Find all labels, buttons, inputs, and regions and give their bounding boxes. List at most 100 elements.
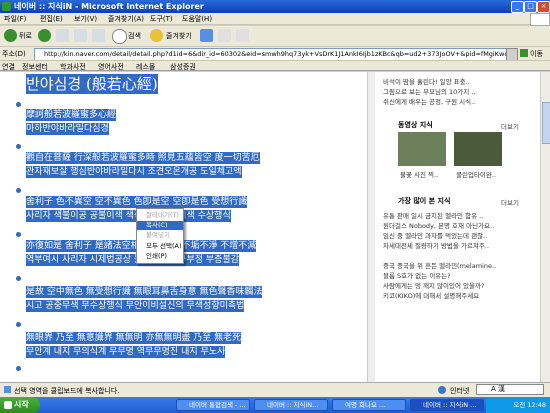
video-section-title: 동영상 지식 xyxy=(398,121,433,129)
scripture-line: 관자재보살 행심반야바라밀다시 조견오온개공 도일체고액 xyxy=(26,166,242,178)
context-menu: 잘라내기(T) 복사(C) 붙여넣기 모두 선택(A) 인쇄(P) xyxy=(136,208,184,264)
video-caption[interactable]: 불꽃 사진 찍.. xyxy=(400,169,438,179)
stop-icon[interactable] xyxy=(56,29,69,42)
internet-zone-icon xyxy=(438,386,446,394)
print-icon[interactable] xyxy=(236,29,249,42)
page-title: 반야심경 (般若心經) xyxy=(26,74,158,94)
link-english-dictionary[interactable]: 영어사전 xyxy=(98,62,124,72)
context-menu-copy[interactable]: 복사(C) xyxy=(137,221,183,230)
popular-item[interactable]: 블룸 S효가 없는 이유는? xyxy=(383,270,451,280)
favorites-button-label[interactable]: 즐겨찾기 xyxy=(166,31,192,41)
popular-item[interactable]: 중국 중국을 위 흔든 멜라민(melamine.. xyxy=(383,260,496,270)
status-bar: 선택 영역을 클립보드에 복사합니다. 인터넷 A 漢 xyxy=(0,382,550,397)
menu-file[interactable]: 파일(F) xyxy=(4,14,26,24)
taskbar-task[interactable]: 네이버 :: 지식iN... xyxy=(254,399,328,411)
windows-flag-icon xyxy=(4,401,12,409)
context-menu-cut[interactable]: 잘라내기(T) xyxy=(137,211,183,220)
link-samsung-securities[interactable]: 삼성증권 xyxy=(170,62,196,72)
sidebar-item[interactable]: 비석이 땀을 흘린다! 일양 표충.. xyxy=(383,76,470,86)
taskbar: 시작 네이버 통합검색 - ... 네이버 :: 지식iN... 여명 회나요 … xyxy=(0,397,550,413)
ime-indicator[interactable]: A 漢 xyxy=(476,384,544,395)
toolbar: 뒤로 검색 즐겨찾기 xyxy=(0,26,550,46)
context-menu-print[interactable]: 인쇄(P) xyxy=(137,252,183,261)
go-icon[interactable] xyxy=(520,49,528,57)
links-label: 연결 xyxy=(2,63,15,71)
status-text: 선택 영역을 클립보드에 복사합니다. xyxy=(14,387,120,395)
link-dept-dictionary[interactable]: 학과사전 xyxy=(60,62,86,72)
context-menu-select-all[interactable]: 모두 선택(A) xyxy=(137,242,183,251)
popular-section-title: 가장 많이 본 지식 xyxy=(398,197,451,205)
bullet-icon xyxy=(16,102,21,107)
popular-item[interactable]: 원더걸스 Nobody, 본명 호재 아닌가요.. xyxy=(383,220,494,230)
scripture-line: 觀自在菩薩 行深般若波羅蜜多時 照見五蘊皆空 度一切苦厄 xyxy=(26,152,260,164)
taskbar-task[interactable]: 여명 회나요 ... xyxy=(332,399,406,411)
window-title: 네이버 :: 지식iN - Microsoft Internet Explore… xyxy=(14,2,204,11)
scripture-line: 역부여시 사리자 시제법공상 불생불멸 불구부정 부증불감 xyxy=(26,254,240,266)
menu-view[interactable]: 보기(V) xyxy=(74,14,97,24)
address-label: 주소(D) xyxy=(2,50,26,58)
link-info-center[interactable]: 정보센터 xyxy=(22,62,48,72)
popular-item[interactable]: 차세대전세 질량하기 방법을 가르쳐주.. xyxy=(383,240,489,250)
title-bar: 네이버 :: 지식iN - Microsoft Internet Explore… xyxy=(0,0,550,13)
scripture-line: 사리자 색불이공 공불이색 색즉시공 공즉시색 수상행식 xyxy=(26,210,231,222)
ie-icon xyxy=(2,2,11,11)
back-button-label[interactable]: 뒤로 xyxy=(19,31,32,41)
history-icon[interactable] xyxy=(200,29,213,42)
sidebar-item[interactable]: 그림으로 보는 부모님의 10가지 .. xyxy=(383,86,475,96)
scripture-line: 시고 공중무색 무수상행식 무안이비설신의 무색성향미촉법 xyxy=(26,300,245,312)
scripture-line: 無眼界 乃至 無意識界 無無明 亦無無明盡 乃至 無老死 xyxy=(26,332,242,344)
taskbar-task-active[interactable]: 네이버 :: 지식iN ... xyxy=(410,399,484,411)
forward-icon[interactable] xyxy=(38,29,51,42)
mail-icon[interactable] xyxy=(218,29,231,42)
search-icon[interactable] xyxy=(112,29,127,44)
search-button-label[interactable]: 검색 xyxy=(128,31,141,41)
clock: 오전 12:48 xyxy=(513,401,546,409)
video-thumbnail[interactable] xyxy=(398,132,446,166)
scrollbar-thumb[interactable] xyxy=(542,102,550,144)
popular-more-link[interactable]: 더보기 xyxy=(501,197,519,207)
favorites-icon[interactable] xyxy=(150,29,163,42)
menu-tools[interactable]: 도구(T) xyxy=(150,14,173,24)
links-bar: 연결 정보센터 학과사전 영어사전 레스몰 삼성증권 xyxy=(0,60,550,71)
page-icon xyxy=(4,386,11,393)
video-thumbnail[interactable] xyxy=(454,132,502,166)
scripture-line: 舍利子 色不異空 空不異色 色卽是空 空卽是色 受想行識 xyxy=(26,196,248,208)
menu-help[interactable]: 도움말(H) xyxy=(182,14,212,24)
bullet-icon xyxy=(16,366,21,371)
bullet-icon xyxy=(16,322,21,327)
menu-edit[interactable]: 편집(E) xyxy=(40,14,63,24)
menu-bar: 파일(F) 편집(E) 보기(V) 즐겨찾기(A) 도구(T) 도움말(H) xyxy=(0,13,550,26)
bullet-icon xyxy=(16,276,21,281)
taskbar-task[interactable]: 네이버 통합검색 - ... xyxy=(176,399,250,411)
bullet-icon xyxy=(16,144,21,149)
bullet-icon xyxy=(16,188,21,193)
back-icon[interactable] xyxy=(4,29,17,42)
popular-item[interactable]: 사람에게는 멍 깨지 많이있어 있을까? xyxy=(383,280,484,290)
bullet-icon xyxy=(16,232,21,237)
go-button[interactable]: 이동 xyxy=(530,49,543,59)
address-bar: 주소(D) http://kin.naver.com/detail/detail… xyxy=(0,46,550,61)
sidebar: 비석이 땀을 흘린다! 일양 표충.. 그림으로 보는 부모님의 10가지 ..… xyxy=(376,72,540,382)
scripture-line: 무안계 내지 무의식계 무무명 역무무명진 내지 무노사 xyxy=(26,346,226,358)
video-more-link[interactable]: 더보기 xyxy=(501,121,519,131)
video-caption[interactable]: 클린업타이완.. xyxy=(456,169,496,179)
zone-label: 인터넷 xyxy=(450,387,470,395)
popular-item[interactable]: 키코(KIKO)에 대해서 설명해주세요 xyxy=(383,290,479,300)
content-scrollbar[interactable] xyxy=(367,72,375,382)
window-scrollbar[interactable] xyxy=(540,72,550,382)
link-lessmall[interactable]: 레스몰 xyxy=(136,62,155,72)
minimize-button[interactable]: _ xyxy=(511,1,524,13)
sidebar-item[interactable]: 쉬신에게 배우는 공정, 구원 시식.. xyxy=(383,96,475,106)
scripture-line: 是故 空中無色 無受想行識 無眼耳鼻舌身意 無色聲香味觸法 xyxy=(26,286,263,298)
scripture-line: 마하반야바라밀다심경 xyxy=(26,123,109,135)
menu-favorites[interactable]: 즐겨찾기(A) xyxy=(108,14,144,24)
context-menu-paste[interactable]: 붙여넣기 xyxy=(137,231,183,240)
close-button[interactable]: × xyxy=(537,1,550,13)
maximize-button[interactable]: □ xyxy=(524,1,537,13)
scripture-line: 摩訶般若波羅蜜多心經 xyxy=(26,109,117,121)
popular-item[interactable]: 유통 판매 일시 금지된 멜라민 함유 .. xyxy=(383,210,483,220)
refresh-icon[interactable] xyxy=(74,29,87,42)
system-tray: 오전 12:48 xyxy=(486,397,550,413)
home-icon[interactable] xyxy=(92,29,105,42)
popular-item[interactable]: 임신 중 멜라민 과자를 먹었는데 괜찮.. xyxy=(383,230,487,240)
